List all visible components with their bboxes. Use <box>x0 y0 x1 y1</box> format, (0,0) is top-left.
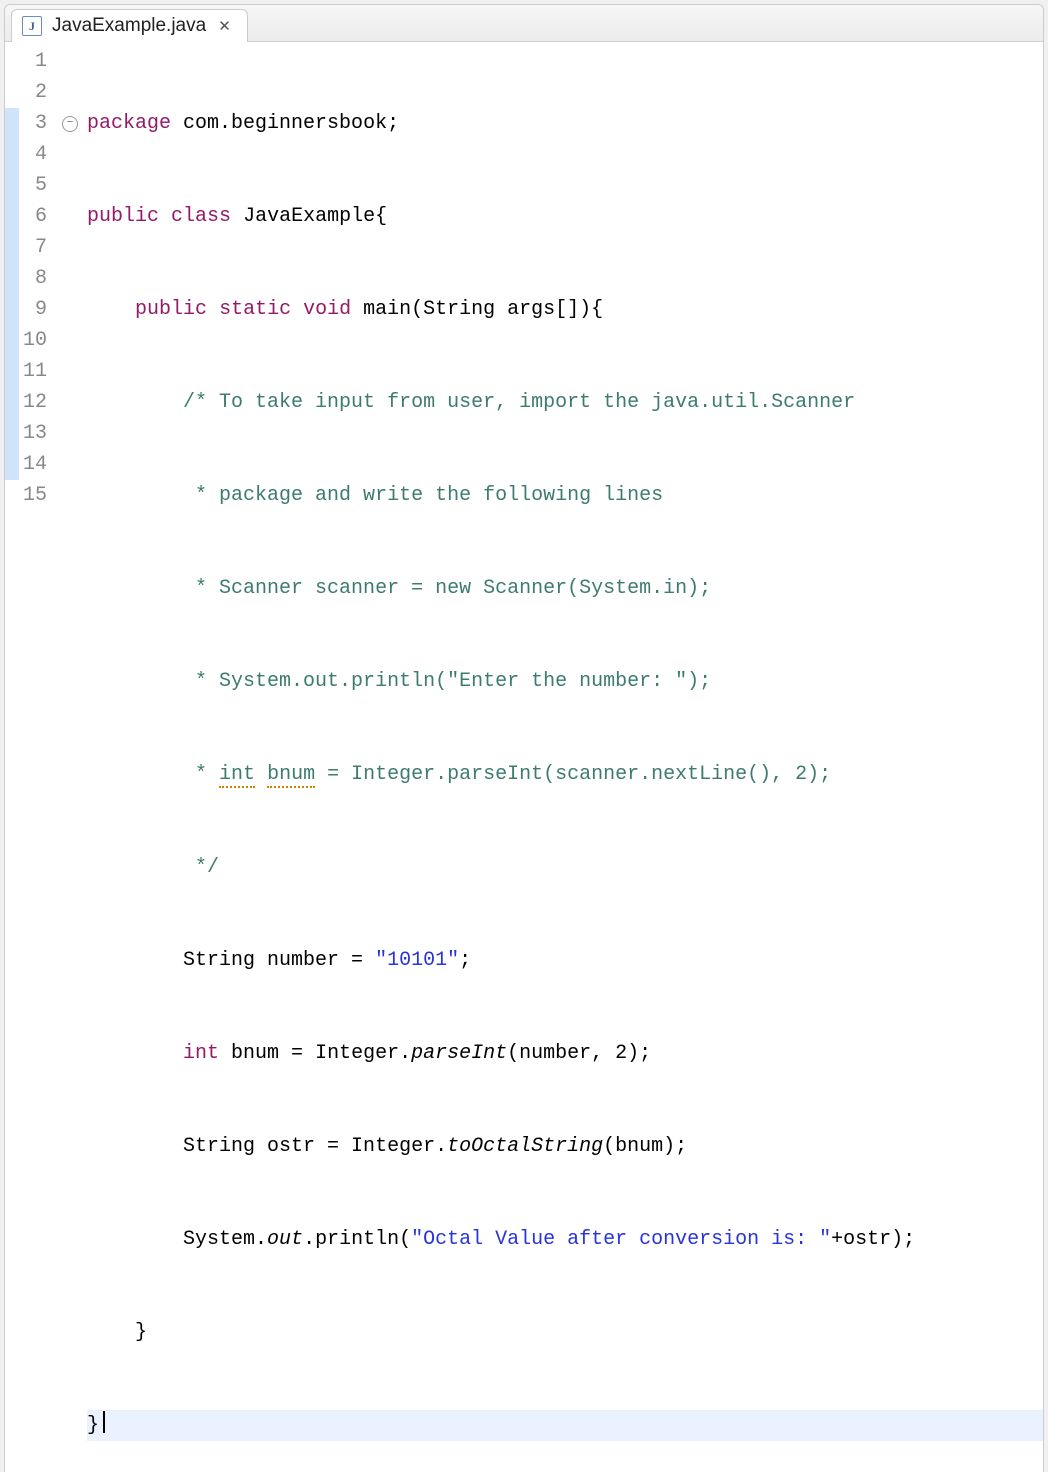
change-marker <box>5 418 19 449</box>
line-number: 14 <box>23 449 51 480</box>
code-line: public class JavaExample{ <box>87 201 1043 232</box>
code-line: } <box>87 1317 1043 1348</box>
code-line: int bnum = Integer.parseInt(number, 2); <box>87 1038 1043 1069</box>
change-marker <box>5 77 19 108</box>
editor-tab-title: JavaExample.java <box>52 15 206 37</box>
code-area[interactable]: 123456789101112131415 − package com.begi… <box>5 42 1043 1472</box>
marker-strip <box>5 42 19 1472</box>
line-number: 8 <box>23 263 51 294</box>
code-line: * Scanner scanner = new Scanner(System.i… <box>87 573 1043 604</box>
code-line: /* To take input from user, import the j… <box>87 387 1043 418</box>
line-number: 6 <box>23 201 51 232</box>
code-line: String number = "10101"; <box>87 945 1043 976</box>
java-file-icon: J <box>22 16 42 36</box>
line-number: 5 <box>23 170 51 201</box>
code-line: public static void main(String args[]){ <box>87 294 1043 325</box>
editor-tab-javaexample[interactable]: J JavaExample.java ✕ <box>11 9 248 42</box>
code-line: * int bnum = Integer.parseInt(scanner.ne… <box>87 759 1043 790</box>
line-number: 11 <box>23 356 51 387</box>
change-marker <box>5 170 19 201</box>
editor-pane: J JavaExample.java ✕ 1234567891011121314… <box>4 4 1044 1472</box>
line-number: 9 <box>23 294 51 325</box>
close-icon[interactable]: ✕ <box>216 17 233 35</box>
line-number: 1 <box>23 46 51 77</box>
change-marker <box>5 201 19 232</box>
change-marker <box>5 108 19 139</box>
code-line: String ostr = Integer.toOctalString(bnum… <box>87 1131 1043 1162</box>
line-number: 7 <box>23 232 51 263</box>
line-number-gutter: 123456789101112131415 <box>19 42 61 1472</box>
line-number: 10 <box>23 325 51 356</box>
change-marker <box>5 387 19 418</box>
change-marker <box>5 232 19 263</box>
text-cursor <box>103 1411 105 1433</box>
code-lines[interactable]: package com.beginnersbook; public class … <box>79 42 1043 1472</box>
change-marker <box>5 325 19 356</box>
line-number: 2 <box>23 77 51 108</box>
change-marker <box>5 294 19 325</box>
change-marker <box>5 449 19 480</box>
code-line: } <box>87 1410 1043 1441</box>
editor-tab-bar: J JavaExample.java ✕ <box>5 5 1043 42</box>
code-line: System.out.println("Octal Value after co… <box>87 1224 1043 1255</box>
code-line: * System.out.println("Enter the number: … <box>87 666 1043 697</box>
line-number: 13 <box>23 418 51 449</box>
change-marker <box>5 480 19 511</box>
change-marker <box>5 263 19 294</box>
code-line: * package and write the following lines <box>87 480 1043 511</box>
fold-toggle-icon[interactable]: − <box>62 116 78 132</box>
change-marker <box>5 356 19 387</box>
line-number: 4 <box>23 139 51 170</box>
line-number: 3 <box>23 108 51 139</box>
line-number: 15 <box>23 480 51 511</box>
fold-strip: − <box>61 42 79 1472</box>
change-marker <box>5 139 19 170</box>
code-line: package com.beginnersbook; <box>87 108 1043 139</box>
code-line: */ <box>87 852 1043 883</box>
change-marker <box>5 46 19 77</box>
line-number: 12 <box>23 387 51 418</box>
